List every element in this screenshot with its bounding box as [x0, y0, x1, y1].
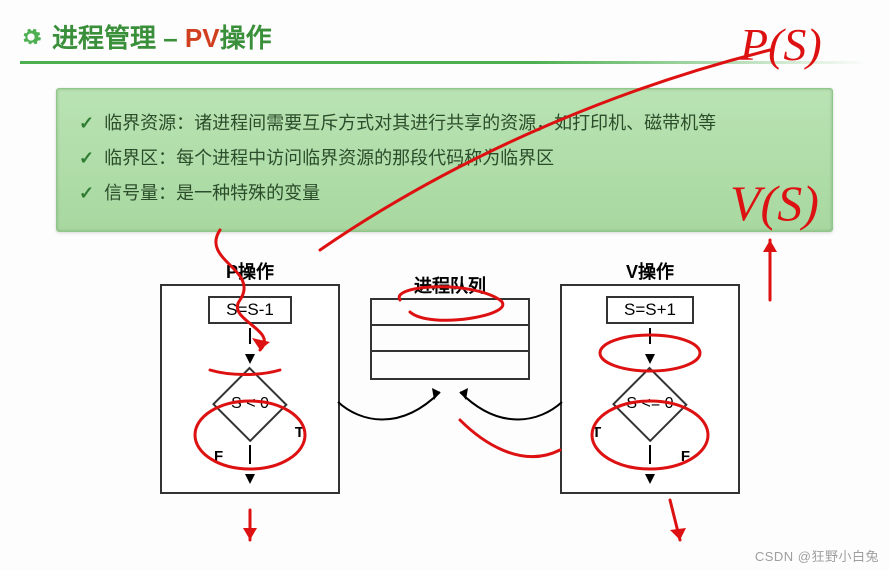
- bullet-text: 信号量：是一种特殊的变量: [104, 179, 320, 208]
- bullet-critical-resource: ✓ 临界资源：诸进程间需要互斥方式对其进行共享的资源，如打印机、磁带机等: [79, 109, 812, 138]
- bullet-semaphore: ✓ 信号量：是一种特殊的变量: [79, 179, 812, 208]
- check-icon: ✓: [79, 179, 94, 208]
- bullet-critical-section: ✓ 临界区：每个进程中访问临界资源的那段代码称为临界区: [79, 144, 812, 173]
- gear-icon: [20, 26, 42, 48]
- title-part2: PV: [185, 23, 220, 53]
- title-part3: 操作: [220, 23, 272, 53]
- diagram-connectors: [0, 242, 889, 522]
- definitions-box: ✓ 临界资源：诸进程间需要互斥方式对其进行共享的资源，如打印机、磁带机等 ✓ 临…: [56, 88, 833, 232]
- bullet-text: 临界资源：诸进程间需要互斥方式对其进行共享的资源，如打印机、磁带机等: [104, 109, 716, 138]
- title-part1: 进程管理 –: [52, 23, 185, 53]
- check-icon: ✓: [79, 109, 94, 138]
- title-underline: [20, 61, 869, 64]
- page-title: 进程管理 – PV操作: [52, 18, 272, 55]
- check-icon: ✓: [79, 144, 94, 173]
- title-bar: 进程管理 – PV操作: [0, 0, 889, 55]
- watermark: CSDN @狂野小白兔: [755, 546, 879, 565]
- flowchart-area: P操作 S=S-1 S < 0 T F 进程队列 V操作 S=S+1 S <= …: [0, 242, 889, 522]
- bullet-text: 临界区：每个进程中访问临界资源的那段代码称为临界区: [104, 144, 554, 173]
